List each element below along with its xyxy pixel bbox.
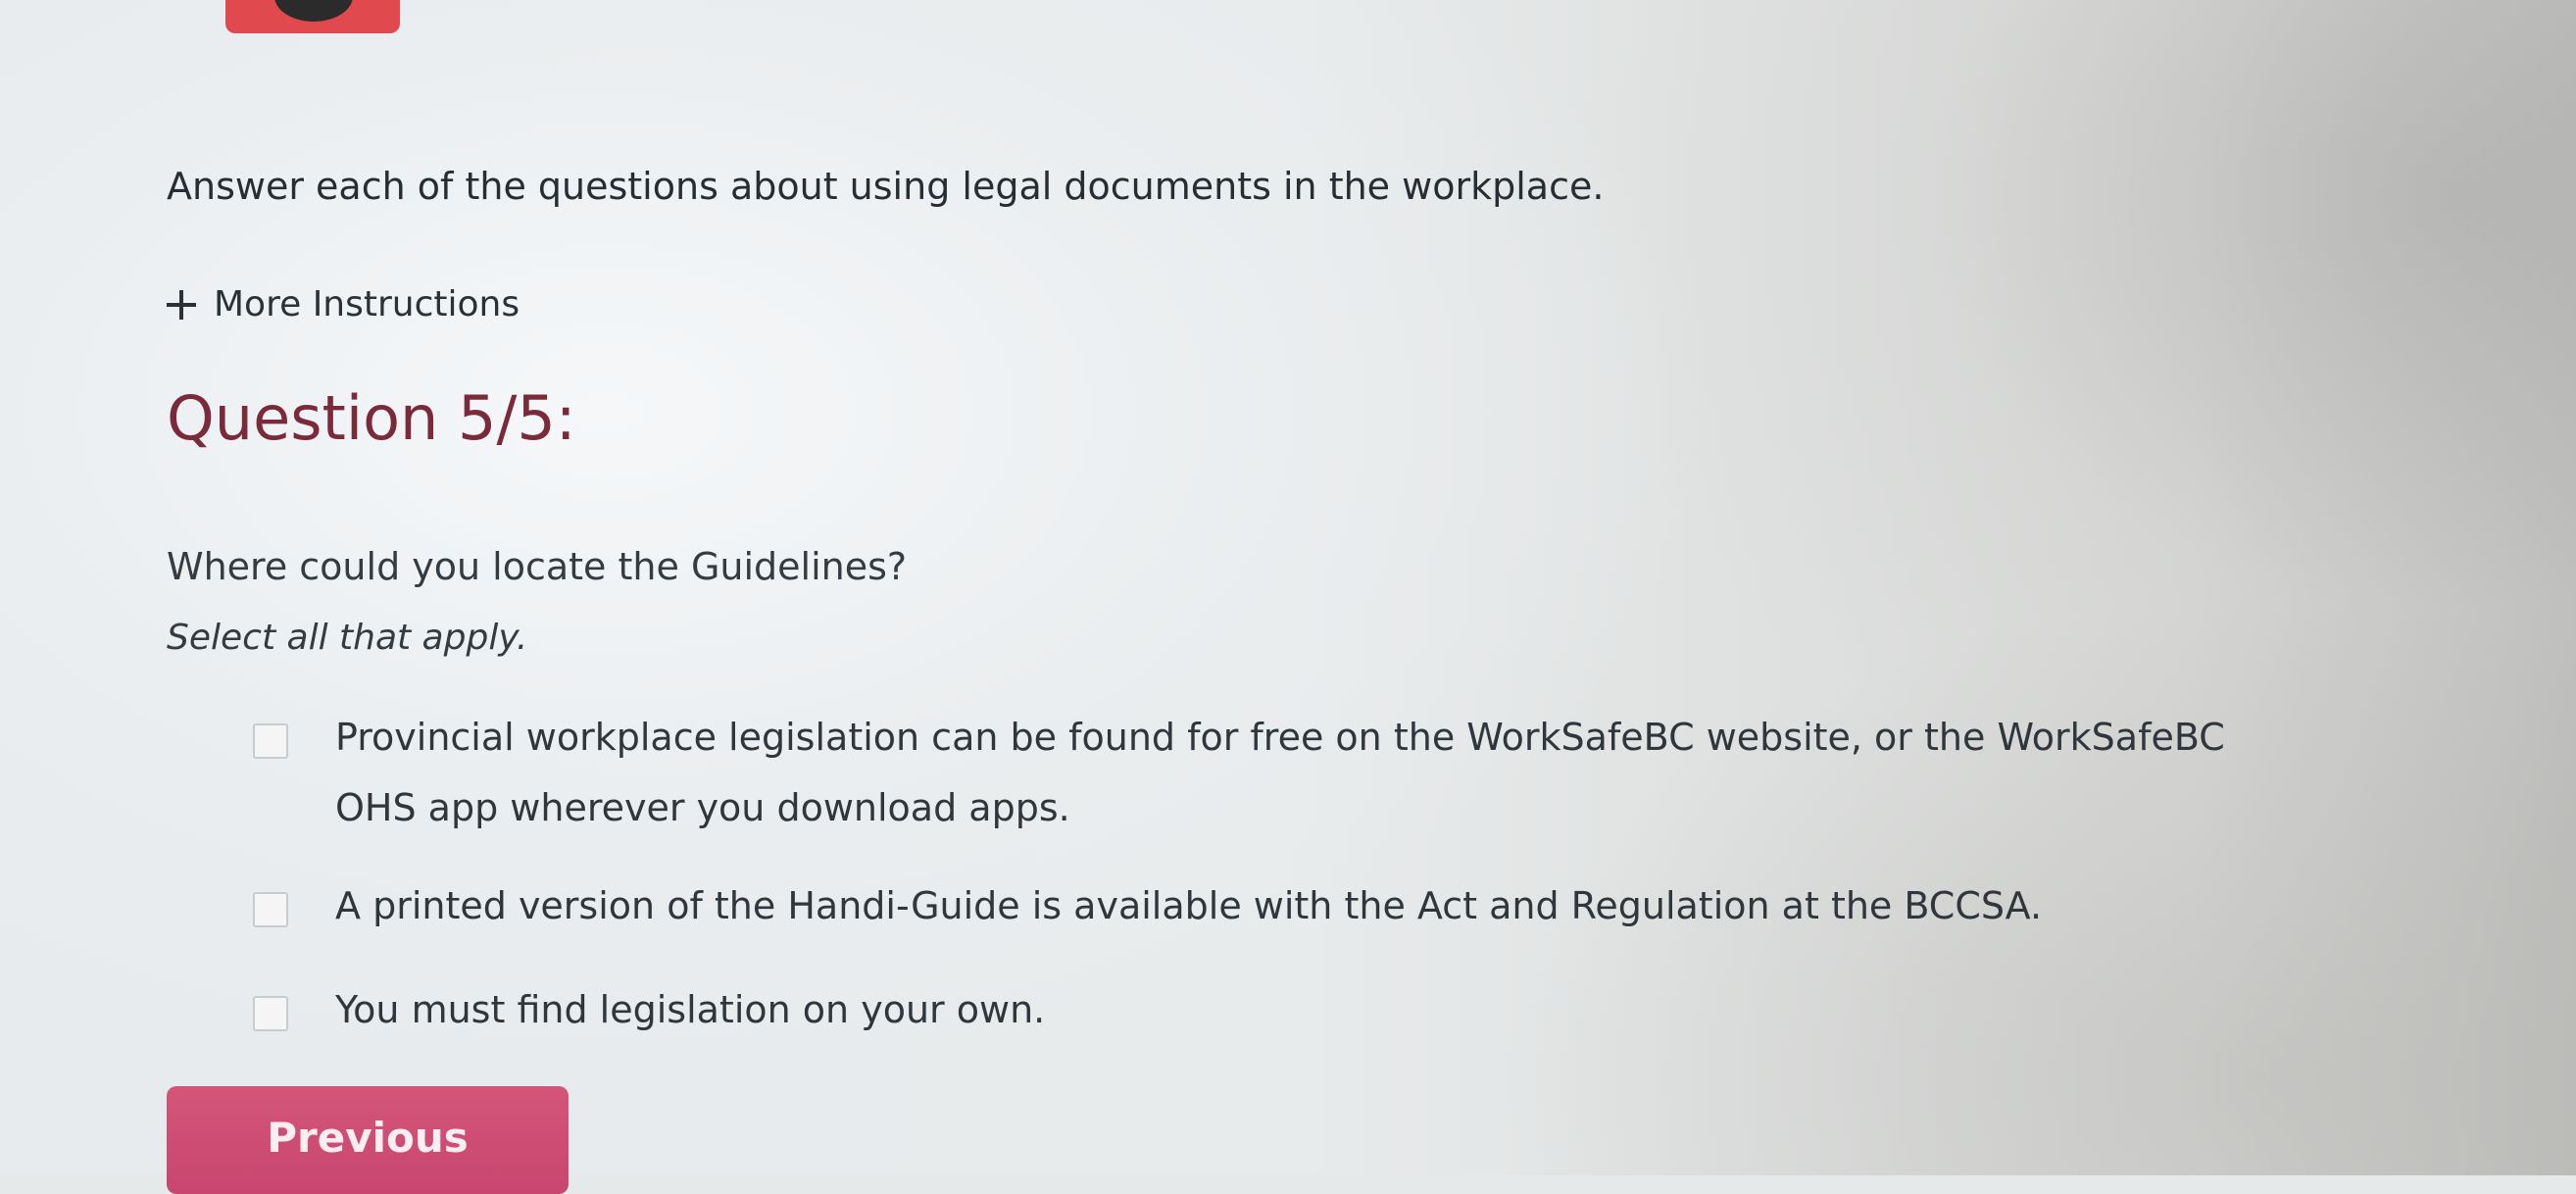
previous-button[interactable]: Previous xyxy=(167,1086,569,1194)
option-checkbox[interactable] xyxy=(253,996,288,1031)
answer-option[interactable]: A printed version of the Handi-Guide is … xyxy=(253,884,2042,941)
question-title: Question 5/5: xyxy=(167,382,576,454)
option-label: A printed version of the Handi-Guide is … xyxy=(335,884,2043,927)
answer-option[interactable]: You must find legislation on your own. xyxy=(253,988,1045,1045)
option-checkbox[interactable] xyxy=(253,892,288,927)
option-label: You must find legislation on your own. xyxy=(335,988,1046,1031)
question-panel: Answer each of the questions about using… xyxy=(167,0,2421,1194)
option-label: Provincial workplace legislation can be … xyxy=(335,716,2225,829)
plus-icon xyxy=(167,289,196,320)
activity-instruction: Answer each of the questions about using… xyxy=(167,165,1605,208)
select-hint: Select all that apply. xyxy=(167,618,528,658)
question-text: Where could you locate the Guidelines? xyxy=(167,545,908,588)
more-instructions-toggle[interactable]: More Instructions xyxy=(167,284,520,324)
more-instructions-label: More Instructions xyxy=(214,284,520,324)
answer-option[interactable]: Provincial workplace legislation can be … xyxy=(253,716,2311,843)
option-checkbox[interactable] xyxy=(253,723,288,759)
